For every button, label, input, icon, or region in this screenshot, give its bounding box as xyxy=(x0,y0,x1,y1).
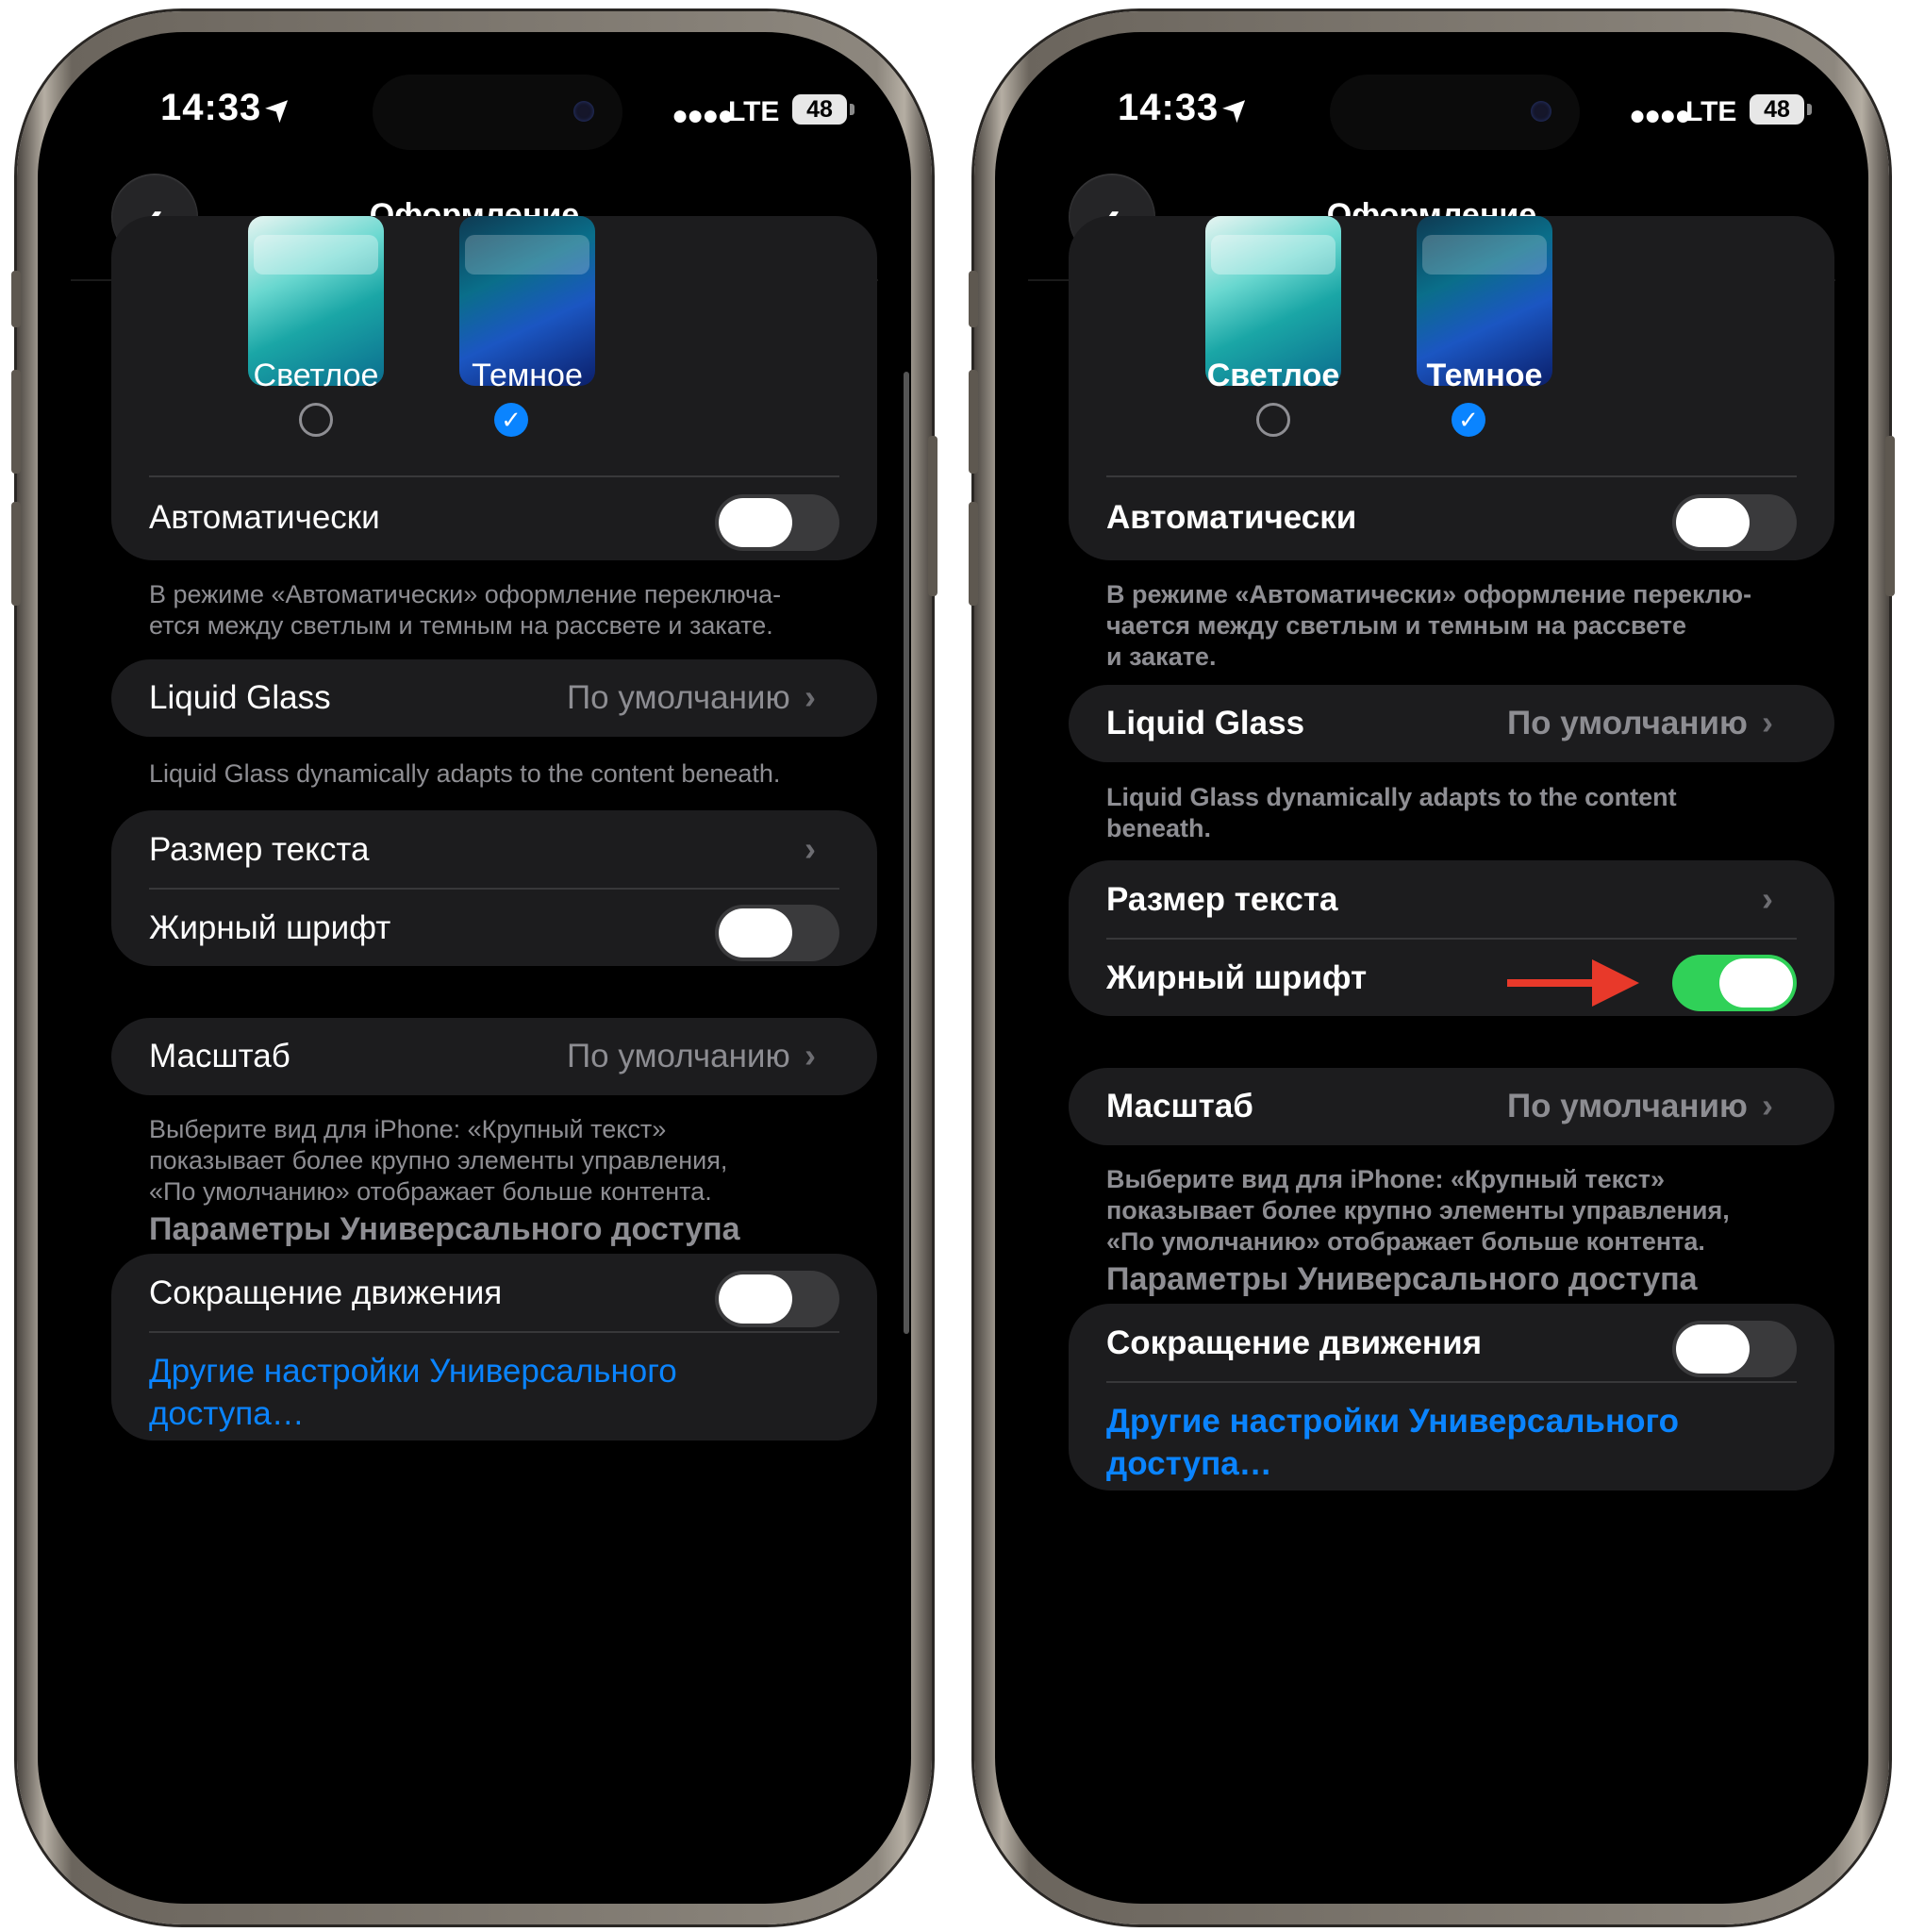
chevron-right-icon: › xyxy=(805,1036,816,1074)
reduce-motion-toggle[interactable] xyxy=(715,1271,839,1327)
network-type: LTE xyxy=(728,96,780,127)
light-mode-label: Светлое xyxy=(1206,358,1340,393)
battery-icon: 48 xyxy=(1750,94,1804,125)
scale-row[interactable]: Масштаб По умолчанию › xyxy=(111,1018,877,1095)
scale-footnote: Выберите вид для iPhone: «Крупный текст»… xyxy=(1106,1165,1730,1256)
battery-tip xyxy=(850,104,854,115)
scale-footnote: Выберите вид для iPhone: «Крупный текст»… xyxy=(149,1115,728,1206)
status-time: 14:33➤ xyxy=(1118,85,1260,131)
auto-toggle[interactable] xyxy=(715,494,839,551)
signal-icon: ●●●● xyxy=(672,100,734,131)
volume-down-button xyxy=(11,502,21,606)
status-bar: 14:33➤ ●●●● LTE 48 xyxy=(38,32,911,150)
reduce-motion-toggle[interactable] xyxy=(1672,1321,1797,1377)
checkmark-icon: ✓ xyxy=(1458,406,1479,434)
dark-mode-label: Темное xyxy=(1426,358,1543,393)
volume-up-button xyxy=(11,370,21,474)
volume-up-button xyxy=(969,370,978,474)
appearance-group: Светлое Темное ✓ Автоматически xyxy=(111,216,877,560)
checkmark-icon: ✓ xyxy=(501,406,522,434)
dynamic-island xyxy=(373,75,622,150)
bold-text-label: Жирный шрифт xyxy=(1106,959,1368,996)
divider xyxy=(1106,938,1797,940)
camera-icon xyxy=(1531,101,1551,122)
scale-row[interactable]: Масштаб По умолчанию › xyxy=(1069,1068,1834,1145)
divider xyxy=(149,888,839,890)
text-group: Размер текста › Жирный шрифт xyxy=(1069,860,1834,1016)
phone-frame-left: 14:33➤ ●●●● LTE 48 ‹ Оформление Светлое … xyxy=(11,11,937,1924)
light-mode-radio[interactable] xyxy=(299,403,333,437)
divider xyxy=(1106,475,1797,477)
dark-mode-label: Темное xyxy=(472,358,583,393)
reduce-motion-label: Сокращение движения xyxy=(149,1274,503,1311)
chevron-right-icon: › xyxy=(1762,703,1773,741)
power-button xyxy=(928,436,937,596)
accessibility-header: Параметры Универсального доступа xyxy=(149,1211,740,1247)
action-button xyxy=(969,271,978,327)
scale-label: Масштаб xyxy=(149,1038,290,1074)
divider xyxy=(149,1331,839,1333)
battery-tip xyxy=(1807,104,1812,115)
liquid-glass-label: Liquid Glass xyxy=(149,679,331,716)
status-time: 14:33➤ xyxy=(160,85,303,131)
phone-frame-right: 14:33➤ ●●●● LTE 48 ‹ Оформление Светлое … xyxy=(969,11,1895,1924)
liquid-glass-value: По умолчанию xyxy=(1507,705,1748,741)
reduce-motion-label: Сокращение движения xyxy=(1106,1324,1483,1361)
auto-footnote: В режиме «Автоматически» оформление пере… xyxy=(1106,580,1752,671)
location-arrow-icon: ➤ xyxy=(257,85,303,131)
dark-mode-radio[interactable]: ✓ xyxy=(494,403,528,437)
liquid-glass-row[interactable]: Liquid Glass По умолчанию › xyxy=(111,659,877,737)
liquid-glass-row[interactable]: Liquid Glass По умолчанию › xyxy=(1069,685,1834,762)
action-button xyxy=(11,271,21,327)
appearance-group: Светлое Темное ✓ Автоматически xyxy=(1069,216,1834,560)
dark-mode-radio[interactable]: ✓ xyxy=(1452,403,1485,437)
network-type: LTE xyxy=(1685,96,1737,127)
more-accessibility-link[interactable]: Другие настройки Универсального доступа… xyxy=(149,1350,809,1435)
power-button xyxy=(1885,436,1895,596)
divider xyxy=(149,475,839,477)
scale-label: Масштаб xyxy=(1106,1088,1253,1124)
auto-toggle[interactable] xyxy=(1672,494,1797,551)
more-accessibility-link[interactable]: Другие настройки Универсального доступа… xyxy=(1106,1400,1767,1485)
text-size-label[interactable]: Размер текста xyxy=(1106,881,1338,919)
text-size-label[interactable]: Размер текста xyxy=(149,831,369,869)
scrollbar[interactable] xyxy=(904,372,909,1334)
scale-value: По умолчанию xyxy=(1507,1088,1748,1124)
accessibility-header: Параметры Универсального доступа xyxy=(1106,1261,1698,1297)
volume-down-button xyxy=(969,502,978,606)
battery-icon: 48 xyxy=(792,94,847,125)
liquid-glass-footnote: Liquid Glass dynamically adapts to the c… xyxy=(1106,783,1677,842)
status-bar: 14:33➤ ●●●● LTE 48 xyxy=(995,32,1868,150)
light-mode-radio[interactable] xyxy=(1256,403,1290,437)
scale-value: По умолчанию xyxy=(567,1038,790,1074)
liquid-glass-value: По умолчанию xyxy=(567,679,790,716)
auto-label: Автоматически xyxy=(1106,499,1357,536)
auto-label: Автоматически xyxy=(149,499,380,536)
camera-icon xyxy=(573,101,594,122)
liquid-glass-label: Liquid Glass xyxy=(1106,705,1305,741)
signal-icon: ●●●● xyxy=(1629,100,1691,131)
chevron-right-icon: › xyxy=(1762,879,1773,918)
accessibility-group: Сокращение движения Другие настройки Уни… xyxy=(111,1254,877,1441)
chevron-right-icon: › xyxy=(1762,1086,1773,1124)
screen-right: 14:33➤ ●●●● LTE 48 ‹ Оформление Светлое … xyxy=(995,32,1868,1904)
screen-left: 14:33➤ ●●●● LTE 48 ‹ Оформление Светлое … xyxy=(38,32,911,1904)
bold-text-toggle[interactable] xyxy=(1672,955,1797,1011)
light-mode-label: Светлое xyxy=(253,358,379,393)
chevron-right-icon: › xyxy=(805,829,816,868)
dynamic-island xyxy=(1330,75,1580,150)
chevron-right-icon: › xyxy=(805,677,816,716)
accessibility-group: Сокращение движения Другие настройки Уни… xyxy=(1069,1304,1834,1491)
bold-text-label: Жирный шрифт xyxy=(149,909,391,946)
text-group: Размер текста › Жирный шрифт xyxy=(111,810,877,966)
bold-text-toggle[interactable] xyxy=(715,905,839,961)
liquid-glass-footnote: Liquid Glass dynamically adapts to the c… xyxy=(149,759,781,788)
divider xyxy=(1106,1381,1797,1383)
location-arrow-icon: ➤ xyxy=(1214,85,1260,131)
auto-footnote: В режиме «Автоматически» оформление пере… xyxy=(149,580,782,640)
red-arrow-annotation xyxy=(1507,959,1639,1007)
